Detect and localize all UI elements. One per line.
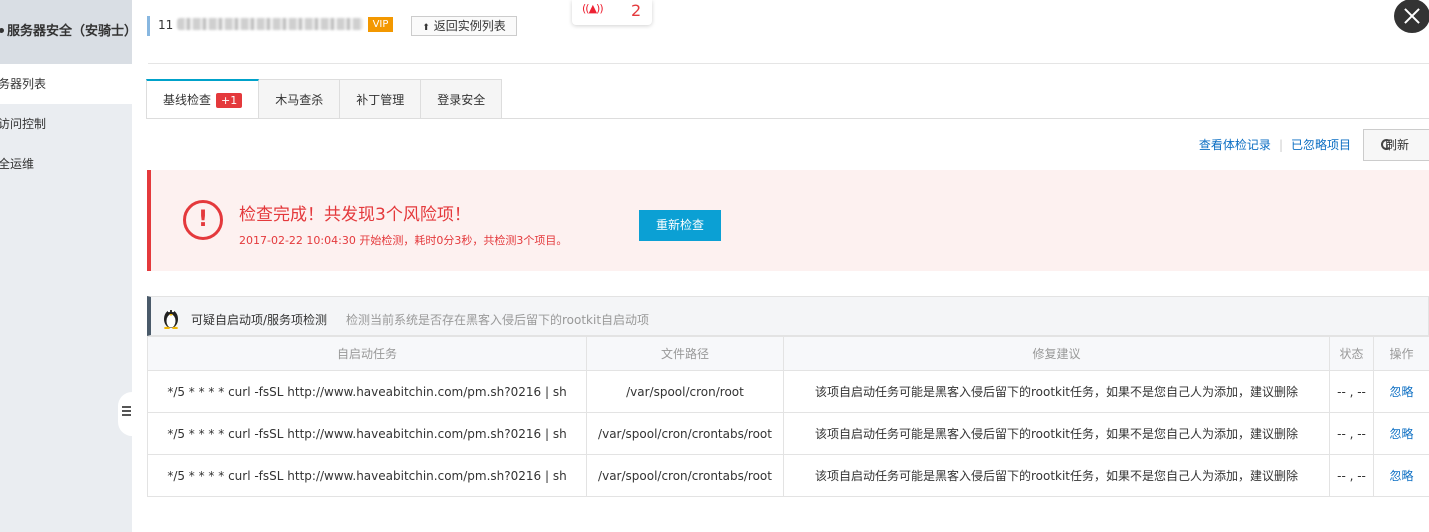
up-arrow-icon: ⬆ [422, 23, 430, 33]
recheck-button[interactable]: 重新检查 [639, 210, 721, 241]
column-header-status: 状态 [1329, 336, 1374, 371]
vip-badge: VIP [368, 17, 393, 32]
ignored-items-link[interactable]: 已忽略项目 [1291, 138, 1351, 152]
menu-icon [122, 406, 131, 408]
table-row: */5 * * * * curl -fsSL http://www.haveab… [147, 454, 1429, 497]
warning-icon: ! [183, 200, 223, 240]
section-title: 可疑自启动项/服务项检测 [191, 313, 328, 327]
tab-patch-management[interactable]: 补丁管理 [340, 79, 422, 119]
tab-label: 木马查杀 [275, 93, 324, 107]
sidebar-item-label: 务器列表 [0, 77, 47, 91]
tab-label: 基线检查 [163, 93, 212, 107]
ignore-link[interactable]: 忽略 [1373, 412, 1429, 455]
task-cell: */5 * * * * curl -fsSL http://www.haveab… [147, 454, 587, 497]
column-header-advice: 修复建议 [783, 336, 1330, 371]
header-divider [148, 63, 1429, 64]
ignore-link[interactable]: 忽略 [1373, 454, 1429, 497]
alert-subtitle: 2017-02-22 10:04:30 开始检测，耗时0分3秒，共检测3个项目。 [239, 234, 568, 247]
redacted-instance-id [177, 18, 364, 30]
notification-count: 2 [631, 1, 642, 20]
sidebar-title-label: 服务器安全（安骑士） [7, 24, 132, 39]
sidebar: 服务器安全（安骑士） 务器列表 访问控制 全运维 [0, 0, 132, 532]
status-cell: -- , -- [1329, 370, 1374, 413]
link-separator: | [1278, 138, 1283, 152]
notification-widget[interactable]: ((▲)) 2 [572, 0, 652, 25]
bell-alert-icon: ((▲)) [582, 2, 604, 15]
sidebar-title[interactable]: 服务器安全（安骑士） [0, 20, 132, 39]
task-cell: */5 * * * * curl -fsSL http://www.haveab… [147, 412, 587, 455]
alert-title: 检查完成！共发现3个风险项！ [239, 205, 471, 225]
table-row: */5 * * * * curl -fsSL http://www.haveab… [147, 412, 1429, 455]
section-description: 检测当前系统是否存在黑客入侵后留下的rootkit自启动项 [346, 313, 650, 327]
path-cell: /var/spool/cron/crontabs/root [586, 454, 784, 497]
path-cell: /var/spool/cron/root [586, 370, 784, 413]
sidebar-item-label: 全运维 [0, 157, 35, 171]
startup-items-table: 自启动任务 文件路径 修复建议 状态 操作 */5 * * * * curl -… [147, 336, 1429, 497]
tab-bar: 基线检查 +1 木马查杀 补丁管理 登录安全 [146, 79, 503, 119]
refresh-button[interactable]: 刷新 [1363, 129, 1429, 161]
column-header-action: 操作 [1373, 336, 1429, 371]
back-to-instance-list-button[interactable]: ⬆ 返回实例列表 [411, 16, 517, 36]
advice-cell: 该项自启动任务可能是黑客入侵后留下的rootkit任务，如果不是您自己人为添加，… [783, 412, 1330, 455]
table-row: */5 * * * * curl -fsSL http://www.haveab… [147, 370, 1429, 413]
close-icon[interactable] [1394, 0, 1429, 33]
sidebar-header: 服务器安全（安骑士） [0, 0, 132, 64]
instance-accent-bar [147, 16, 150, 36]
tab-label: 登录安全 [437, 93, 486, 107]
status-cell: -- , -- [1329, 412, 1374, 455]
column-header-path: 文件路径 [586, 336, 784, 371]
bullet-icon [0, 28, 4, 33]
tab-count-badge: +1 [216, 93, 243, 108]
sidebar-item-server-list[interactable]: 务器列表 [0, 64, 132, 104]
tab-login-security[interactable]: 登录安全 [421, 79, 503, 119]
tab-trojan-scan[interactable]: 木马查杀 [259, 79, 341, 119]
advice-cell: 该项自启动任务可能是黑客入侵后留下的rootkit任务，如果不是您自己人为添加，… [783, 370, 1330, 413]
scan-result-alert: ! 检查完成！共发现3个风险项！ 2017-02-22 10:04:30 开始检… [147, 170, 1429, 271]
view-check-history-link[interactable]: 查看体检记录 [1199, 138, 1271, 152]
task-cell: */5 * * * * curl -fsSL http://www.haveab… [147, 370, 587, 413]
refresh-icon [1381, 139, 1392, 150]
table-header-row: 自启动任务 文件路径 修复建议 状态 操作 [147, 336, 1429, 371]
sidebar-item-access-control[interactable]: 访问控制 [0, 104, 132, 144]
instance-name: 11 [158, 18, 364, 32]
section-header: 可疑自启动项/服务项检测 检测当前系统是否存在黑客入侵后留下的rootkit自启… [147, 296, 1429, 336]
action-links: 查看体检记录 | 已忽略项目 [1199, 136, 1351, 153]
tab-baseline-check[interactable]: 基线检查 +1 [146, 79, 260, 119]
sidebar-item-security-ops[interactable]: 全运维 [0, 144, 132, 184]
ignore-link[interactable]: 忽略 [1373, 370, 1429, 413]
advice-cell: 该项自启动任务可能是黑客入侵后留下的rootkit任务，如果不是您自己人为添加，… [783, 454, 1330, 497]
path-cell: /var/spool/cron/crontabs/root [586, 412, 784, 455]
linux-penguin-icon [164, 309, 178, 329]
tab-label: 补丁管理 [356, 93, 405, 107]
status-cell: -- , -- [1329, 454, 1374, 497]
back-button-label: 返回实例列表 [433, 19, 506, 33]
column-header-task: 自启动任务 [147, 336, 587, 371]
sidebar-toggle-button[interactable] [118, 392, 132, 436]
tabs-divider [146, 118, 1429, 119]
sidebar-item-label: 访问控制 [0, 117, 47, 131]
instance-name-prefix: 11 [158, 18, 174, 32]
